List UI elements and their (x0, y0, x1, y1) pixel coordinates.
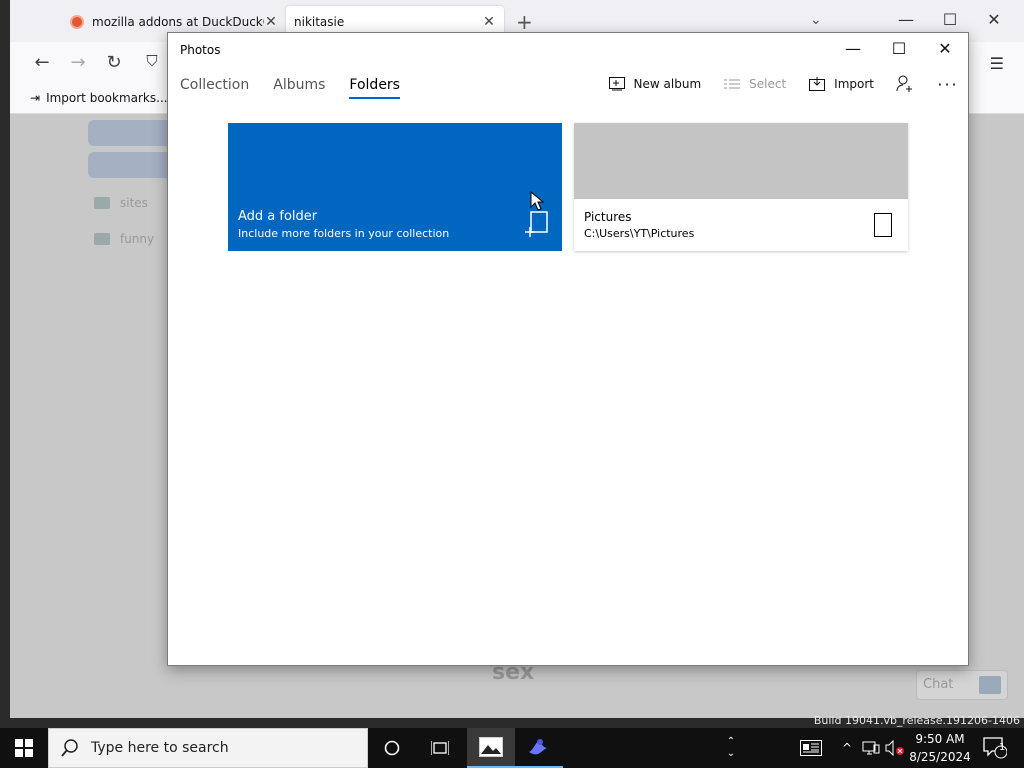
forward-icon[interactable]: → (66, 52, 90, 73)
chevron-up-icon: ⌃ (726, 736, 736, 747)
add-folder-title: Add a folder (238, 209, 318, 224)
maximize-icon[interactable]: ☐ (940, 10, 960, 29)
chevron-down-icon: ⌄ (726, 748, 736, 759)
person-add-icon (896, 75, 914, 93)
chat-button[interactable]: Chat (916, 670, 1008, 700)
import-icon (808, 75, 826, 93)
search-placeholder: Type here to search (91, 740, 229, 756)
account-button[interactable] (896, 75, 914, 93)
list-item: funny (94, 232, 154, 246)
chevron-down-icon[interactable]: ⌄ (810, 12, 822, 28)
minimize-icon[interactable]: — (896, 10, 916, 29)
list-item-label: funny (120, 232, 155, 246)
shield-icon[interactable]: ⛉ (140, 52, 164, 70)
import-button[interactable]: Import (808, 75, 874, 93)
taskbar-app[interactable] (515, 728, 563, 768)
volume-muted-icon (885, 740, 904, 756)
build-watermark: Build 19041.vb_release.191206-1406 (813, 714, 1020, 727)
maximize-icon[interactable]: ☐ (876, 39, 922, 61)
photos-tabs: Collection Albums Folders (180, 77, 400, 99)
clock-time: 9:50 AM (915, 732, 965, 746)
more-icon: ··· (937, 74, 959, 94)
folder-name: Pictures (584, 210, 632, 224)
cortana-button[interactable] (368, 728, 416, 768)
app-icon (529, 739, 547, 755)
select-label: Select (749, 77, 787, 91)
cortana-icon (384, 740, 400, 756)
list-item: sites (94, 196, 148, 210)
menu-icon[interactable]: ☰ (990, 54, 1004, 73)
photos-app-icon (479, 737, 503, 757)
pictures-folder-tile[interactable]: Pictures C:\Users\YT\Pictures (574, 123, 908, 251)
folder-checkbox[interactable] (874, 213, 892, 237)
folder-icon (94, 197, 110, 209)
task-view-button[interactable] (416, 728, 464, 768)
chat-icon (979, 676, 1001, 694)
taskbar-scroll[interactable]: ⌃ ⌄ (722, 728, 740, 768)
news-icon (800, 740, 822, 756)
chat-label: Chat (923, 677, 954, 692)
search-icon (61, 739, 78, 757)
close-icon[interactable]: ✕ (984, 10, 1004, 29)
notification-count: 1 (999, 742, 1006, 753)
select-button[interactable]: Select (723, 75, 786, 93)
taskbar-search-box[interactable]: Type here to search (48, 728, 368, 768)
new-tab-icon[interactable]: + (516, 10, 533, 34)
windows-icon (15, 739, 33, 757)
import-label: Import (834, 77, 874, 91)
clock-date: 8/25/2024 (909, 750, 971, 764)
reload-icon[interactable]: ↻ (102, 52, 126, 73)
add-folder-subtitle: Include more folders in your collection (238, 227, 450, 240)
taskbar-clock[interactable]: 9:50 AM 8/25/2024 (906, 730, 974, 766)
show-hidden-icons-button[interactable]: ^ (838, 728, 856, 768)
new-album-label: New album (633, 77, 702, 91)
taskbar: Type here to search ⌃ ⌄ ^ 9:50 AM 8/25/2… (0, 728, 1024, 768)
import-bookmarks-link[interactable]: ⇥ Import bookmarks... (30, 91, 168, 105)
tab-folders[interactable]: Folders (349, 77, 400, 99)
close-tab-icon[interactable]: ✕ (264, 14, 278, 30)
photos-toolbar: New album Select Import ··· (608, 74, 960, 94)
tab-albums[interactable]: Albums (273, 77, 325, 99)
add-folder-icon (525, 211, 548, 237)
tab-title: nikitasie (294, 15, 345, 29)
more-options-button[interactable]: ··· (936, 74, 960, 94)
folder-path: C:\Users\YT\Pictures (584, 227, 695, 240)
action-center-button[interactable]: 1 (980, 728, 1010, 768)
taskbar-photos[interactable] (467, 728, 515, 768)
duckduckgo-icon (70, 15, 84, 29)
new-album-button[interactable]: New album (608, 75, 702, 93)
back-icon[interactable]: ← (30, 52, 54, 73)
folder-icon (94, 233, 110, 245)
minimize-icon[interactable]: — (830, 39, 876, 61)
network-icon (862, 741, 880, 755)
close-tab-icon[interactable]: ✕ (482, 14, 496, 30)
tab-title: mozilla addons at DuckDuckGo (92, 15, 264, 29)
select-icon (723, 75, 741, 93)
news-button[interactable] (796, 728, 826, 768)
folder-thumbnail (574, 123, 908, 199)
mouse-cursor-icon (530, 191, 544, 211)
import-bookmarks-label: Import bookmarks... (46, 91, 168, 105)
window-title: Photos (180, 43, 221, 57)
chevron-up-icon: ^ (841, 741, 853, 755)
start-button[interactable] (0, 728, 48, 768)
add-folder-tile[interactable]: Add a folder Include more folders in you… (228, 123, 562, 251)
volume-button[interactable] (884, 728, 906, 768)
close-icon[interactable]: ✕ (922, 39, 968, 61)
tab-collection[interactable]: Collection (180, 77, 249, 99)
task-view-icon (431, 741, 449, 755)
new-album-icon (608, 75, 626, 93)
list-item-label: sites (120, 196, 148, 210)
import-icon: ⇥ (30, 91, 41, 105)
network-button[interactable] (860, 728, 882, 768)
photos-window: Photos — ☐ ✕ Collection Albums Folders N… (167, 32, 969, 666)
